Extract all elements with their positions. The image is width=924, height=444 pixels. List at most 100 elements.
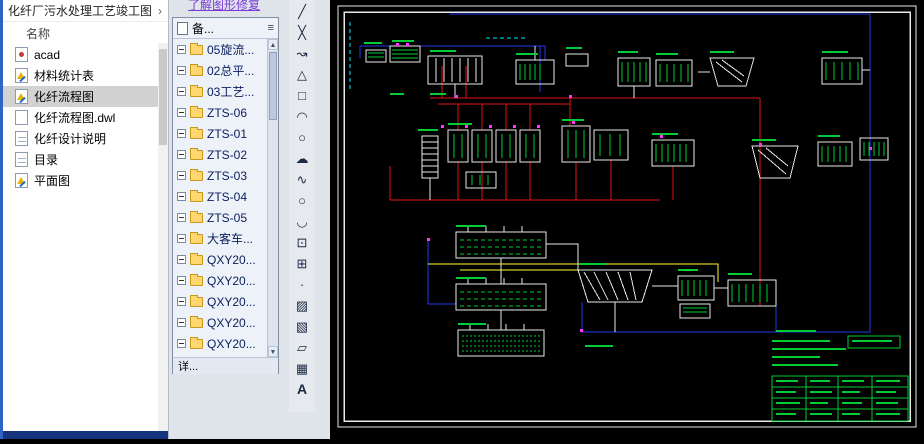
tool-revision-cloud-icon[interactable]: ☁	[290, 148, 314, 169]
tool-polyline-icon[interactable]: ↝	[290, 43, 314, 64]
tree-collapse-icon[interactable]	[177, 276, 186, 285]
folder-icon	[190, 84, 203, 97]
column-header-name[interactable]: 名称	[0, 22, 168, 44]
column-header-label: 名称	[26, 26, 51, 41]
palette-item-label: QXY20...	[207, 252, 256, 267]
tree-collapse-icon[interactable]	[177, 45, 186, 54]
dwl-file-icon	[15, 110, 28, 125]
tool-region-icon[interactable]: ▱	[290, 337, 314, 358]
palette-item-label: ZTS-01	[207, 126, 248, 141]
file-item[interactable]: acad	[0, 44, 158, 65]
tool-table-icon[interactable]: ▦	[290, 358, 314, 379]
palette-item-label: 02总平...	[207, 64, 255, 78]
tree-collapse-icon[interactable]	[177, 213, 186, 222]
tool-spline-icon[interactable]: ∿	[290, 169, 314, 190]
tool-construction-line-icon[interactable]: ╳	[290, 22, 314, 43]
tree-collapse-icon[interactable]	[177, 108, 186, 117]
file-name: 目录	[34, 153, 59, 167]
file-item[interactable]: 化纤设计说明	[0, 128, 158, 149]
tool-arc-icon[interactable]: ◠	[290, 106, 314, 127]
palette-item[interactable]: QXY20...	[173, 312, 267, 333]
palette-menu-icon[interactable]: ≡	[268, 22, 274, 34]
folder-icon	[190, 294, 203, 307]
palette-item[interactable]: 大客车...	[173, 228, 267, 249]
scroll-down-icon[interactable]: ▼	[268, 346, 278, 357]
file-item[interactable]: 化纤流程图	[0, 86, 158, 107]
tool-gradient-icon[interactable]: ▧	[290, 316, 314, 337]
tree-collapse-icon[interactable]	[177, 87, 186, 96]
tool-point-icon[interactable]: ∙	[290, 274, 314, 295]
palette-item-label: QXY20...	[207, 273, 256, 288]
doc-file-icon	[15, 152, 28, 167]
palette-item-label: QXY20...	[207, 315, 256, 330]
folder-icon	[190, 210, 203, 223]
tool-line-icon[interactable]: ╱	[290, 1, 314, 22]
tool-hatch-icon[interactable]: ▨	[290, 295, 314, 316]
tree-collapse-icon[interactable]	[177, 297, 186, 306]
palette-details-label: 详...	[178, 361, 199, 373]
file-name: 材料统计表	[34, 69, 95, 83]
file-item[interactable]: 平面图	[0, 170, 158, 191]
palette-item[interactable]: 02总平...	[173, 60, 267, 81]
tree-collapse-icon[interactable]	[177, 234, 186, 243]
tree-collapse-icon[interactable]	[177, 66, 186, 75]
tree-collapse-icon[interactable]	[177, 339, 186, 348]
tool-rectangle-icon[interactable]: □	[290, 85, 314, 106]
palette-item-label: 03工艺...	[207, 85, 255, 99]
palette-header[interactable]: 备... ≡	[173, 18, 278, 39]
dwg-file-icon	[15, 173, 28, 188]
palette-item[interactable]: ZTS-03	[173, 165, 267, 186]
tool-circle-icon[interactable]: ○	[290, 127, 314, 148]
tree-collapse-icon[interactable]	[177, 129, 186, 138]
explorer-scrollbar[interactable]	[158, 43, 168, 431]
folder-icon	[190, 273, 203, 286]
palette-item[interactable]: ZTS-01	[173, 123, 267, 144]
palette-item-label: 05旋流...	[207, 43, 255, 57]
file-name: acad	[34, 47, 61, 62]
palette-item-label: 大客车...	[207, 232, 254, 246]
palette-item[interactable]: 05旋流...	[173, 39, 267, 60]
palette-item[interactable]: ZTS-05	[173, 207, 267, 228]
drawing-canvas[interactable]	[330, 0, 924, 439]
tool-ellipse-arc-icon[interactable]: ◡	[290, 211, 314, 232]
palette-item[interactable]: ZTS-02	[173, 144, 267, 165]
tool-insert-block-icon[interactable]: ⊡	[290, 232, 314, 253]
palette-item-label: QXY20...	[207, 336, 256, 351]
palette-title: 备...	[192, 21, 215, 36]
palette-item[interactable]: 03工艺...	[173, 81, 267, 102]
palette-item[interactable]: QXY20...	[173, 291, 267, 312]
tool-make-block-icon[interactable]: ⊞	[290, 253, 314, 274]
palette-item[interactable]: ZTS-06	[173, 102, 267, 123]
chevron-right-icon: ›	[158, 3, 163, 18]
doc-file-icon	[15, 131, 28, 146]
breadcrumb[interactable]: 化纤厂污水处理工艺竣工图 ›	[0, 0, 168, 22]
tool-polygon-icon[interactable]: △	[290, 64, 314, 85]
acad-file-icon	[15, 47, 28, 62]
folder-icon	[190, 336, 203, 349]
drawing-repair-link[interactable]: 了解图形修复	[188, 0, 260, 13]
palette-item[interactable]: ZTS-04	[173, 186, 267, 207]
palette-scrollbar[interactable]: ▲ ▼	[267, 39, 278, 357]
palette-item[interactable]: QXY20...	[173, 249, 267, 270]
file-item[interactable]: 化纤流程图.dwl	[0, 107, 158, 128]
palette-details-section[interactable]: 详...	[173, 357, 278, 374]
scroll-up-icon[interactable]: ▲	[268, 39, 278, 50]
tool-ellipse-icon[interactable]: ○	[290, 190, 314, 211]
folder-icon	[190, 42, 203, 55]
tree-collapse-icon[interactable]	[177, 255, 186, 264]
folder-icon	[190, 231, 203, 244]
explorer-scrollbar-thumb[interactable]	[159, 49, 167, 145]
tree-collapse-icon[interactable]	[177, 171, 186, 180]
tree-collapse-icon[interactable]	[177, 150, 186, 159]
palette-item[interactable]: QXY20...	[173, 333, 267, 354]
folder-icon	[190, 63, 203, 76]
tree-collapse-icon[interactable]	[177, 318, 186, 327]
breadcrumb-folder-name[interactable]: 化纤厂污水处理工艺竣工图	[8, 2, 152, 19]
palette-item[interactable]: QXY20...	[173, 270, 267, 291]
file-item[interactable]: 目录	[0, 149, 158, 170]
palette-scrollbar-thumb[interactable]	[269, 52, 277, 120]
palette-tree: 05旋流... 02总平... 03工艺... ZTS-06 ZTS-01 ZTS-02 Z…	[173, 39, 278, 354]
tool-mtext-icon[interactable]: A	[290, 379, 314, 400]
tree-collapse-icon[interactable]	[177, 192, 186, 201]
file-item[interactable]: 材料统计表	[0, 65, 158, 86]
